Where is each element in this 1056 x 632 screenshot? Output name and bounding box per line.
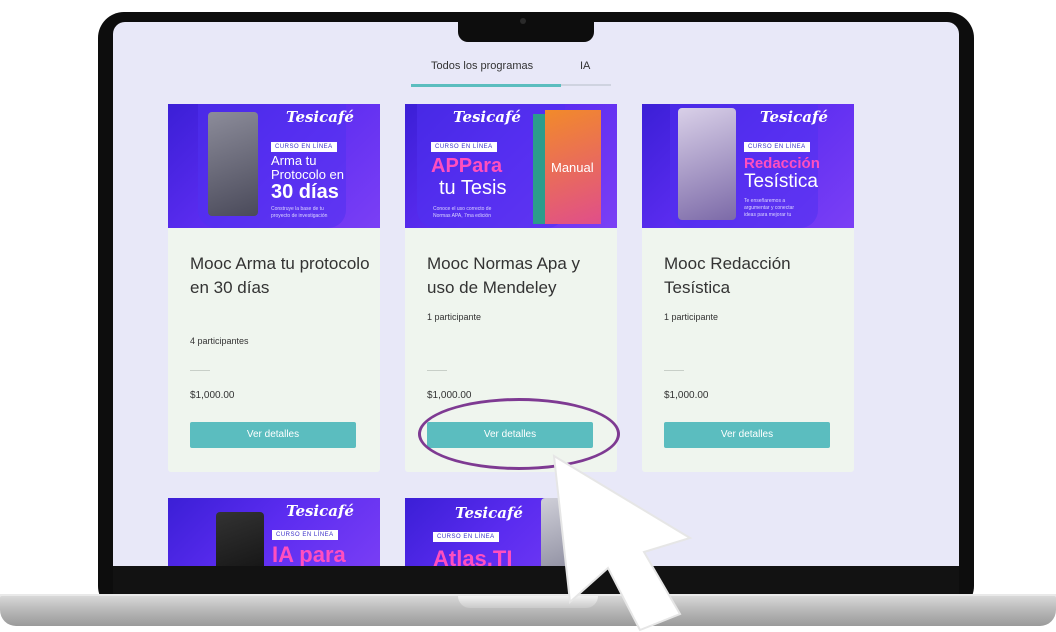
brand-logo: Tesicafé [760, 108, 828, 126]
course-title[interactable]: Mooc Redacción Tesística [664, 252, 844, 300]
divider [427, 370, 447, 371]
course-title[interactable]: Mooc Normas Apa y uso de Mendeley [427, 252, 607, 300]
banner-copy: Normas APA, 7ma edición [433, 213, 491, 219]
participants-count: 1 participante [427, 312, 482, 322]
mouse-pointer-icon [552, 454, 693, 632]
course-price: $1,000.00 [190, 390, 235, 401]
divider [190, 370, 210, 371]
banner-copy: Te enseñaremos a [744, 198, 786, 204]
ver-detalles-button[interactable]: Ver detalles [190, 422, 356, 448]
banner-line: Redacción [744, 155, 820, 172]
book-title: Manual [551, 160, 594, 175]
tab-todos-los-programas[interactable]: Todos los programas [431, 60, 533, 72]
course-banner: Tesicafé CURSO EN LÍNEA Arma tu Protocol… [168, 104, 380, 228]
banner-copy: ideas para mejorar tu [744, 212, 792, 218]
online-course-pill: CURSO EN LÍNEA [433, 532, 499, 542]
online-course-pill: CURSO EN LÍNEA [431, 142, 497, 152]
banner-line: APPara [431, 155, 503, 177]
brand-logo: Tesicafé [286, 502, 354, 520]
banner-line: Tesística [744, 171, 818, 192]
participants-count: 1 participante [664, 312, 719, 322]
camera-icon [520, 18, 526, 24]
screen: Todos los programas IA Tesicafé CURSO EN… [113, 22, 959, 578]
banner-photo [678, 108, 736, 220]
banner-copy: argumentar y conectar [744, 205, 795, 211]
camera-notch [458, 12, 594, 42]
banner-line: Protocolo en [271, 167, 344, 182]
participants-count: 4 participantes [190, 336, 249, 346]
banner-photo [208, 112, 258, 216]
screen-bezel-bottom [113, 566, 959, 594]
brand-logo: Tesicafé [286, 108, 354, 126]
brand-logo: Tesicafé [453, 108, 521, 126]
course-price: $1,000.00 [427, 390, 472, 401]
course-card-redaccion: Tesicafé CURSO EN LÍNEA Redacción Tesíst… [642, 104, 854, 472]
course-price: $1,000.00 [664, 390, 709, 401]
course-card-protocolo: Tesicafé CURSO EN LÍNEA Arma tu Protocol… [168, 104, 380, 472]
tab-ia[interactable]: IA [580, 60, 590, 72]
book-cover: Manual [545, 110, 601, 224]
banner-line: Arma tu [271, 153, 317, 168]
banner-line: IA para [272, 542, 346, 567]
online-course-pill: CURSO EN LÍNEA [744, 142, 810, 152]
online-course-pill: CURSO EN LÍNEA [271, 142, 337, 152]
banner-line: 30 días [271, 181, 339, 203]
active-tab-indicator [411, 84, 561, 87]
course-banner: Tesicafé CURSO EN LÍNEA Redacción Tesíst… [642, 104, 854, 228]
brand-logo: Tesicafé [455, 504, 523, 522]
banner-line: tu Tesis [439, 177, 507, 199]
banner-copy: Construye la base de tu [271, 206, 324, 212]
banner-copy: Conoce el uso correcto de [433, 206, 492, 212]
ver-detalles-button[interactable]: Ver detalles [664, 422, 830, 448]
divider [664, 370, 684, 371]
banner-copy: proyecto de investigación [271, 213, 328, 219]
course-banner: Tesicafé CURSO EN LÍNEA APPara tu Tesis … [405, 104, 617, 228]
online-course-pill: CURSO EN LÍNEA [272, 530, 338, 540]
course-title[interactable]: Mooc Arma tu protocolo en 30 días [190, 252, 370, 300]
